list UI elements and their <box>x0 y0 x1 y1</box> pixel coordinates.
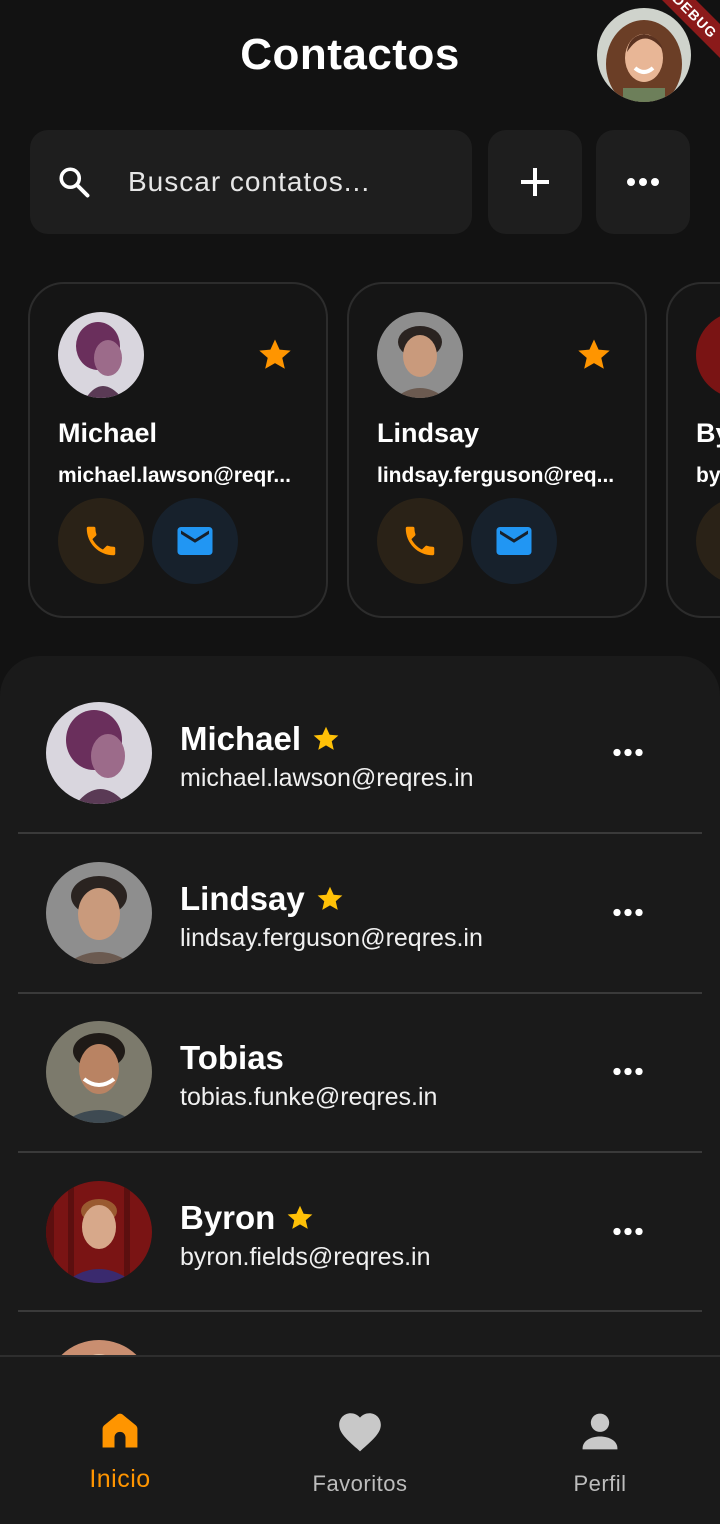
star-icon <box>311 724 341 754</box>
more-horizontal-icon <box>625 176 661 188</box>
list-item[interactable] <box>0 1294 720 1356</box>
contact-email: michael.lawson@reqres.in <box>180 764 474 792</box>
avatar <box>46 1340 152 1356</box>
favorite-card[interactable]: Lindsay lindsay.ferguson@req... <box>347 282 647 618</box>
search-row: Buscar contatos... <box>30 130 690 234</box>
avatar <box>377 312 463 398</box>
avatar <box>696 312 720 398</box>
contact-name-text: Byron <box>180 1199 276 1236</box>
favorite-email: michael.lawson@reqr... <box>58 464 291 487</box>
call-button[interactable] <box>696 498 720 584</box>
contact-name-text: Lindsay <box>180 880 305 917</box>
nav-item-inicio[interactable]: Inicio <box>0 1357 240 1524</box>
avatar <box>46 702 152 804</box>
list-item[interactable]: Tobias tobias.funke@reqres.in <box>0 975 720 1135</box>
star-icon[interactable] <box>256 336 294 374</box>
contact-more-button[interactable] <box>604 1057 652 1085</box>
list-item[interactable]: Lindsay lindsay.ferguson@reqres.in <box>0 816 720 976</box>
favorite-name: Michael <box>58 418 158 448</box>
contact-name: Byron <box>180 1199 315 1237</box>
contact-more-button[interactable] <box>604 898 652 926</box>
nav-item-perfil[interactable]: Perfil <box>480 1357 720 1524</box>
avatar <box>46 1021 152 1123</box>
contact-name: Lindsay <box>180 880 345 918</box>
search-input[interactable]: Buscar contatos... <box>30 130 472 234</box>
avatar <box>46 862 152 964</box>
phone-icon <box>401 522 439 560</box>
call-button[interactable] <box>58 498 144 584</box>
more-options-button[interactable] <box>596 130 690 234</box>
page-title: Contactos <box>240 30 460 79</box>
star-icon[interactable] <box>575 336 613 374</box>
favorite-card[interactable]: By by <box>666 282 720 618</box>
star-icon <box>285 1203 315 1233</box>
call-button[interactable] <box>377 498 463 584</box>
avatar <box>58 312 144 398</box>
favorite-card[interactable]: Michael michael.lawson@reqr... <box>28 282 328 618</box>
email-button[interactable] <box>471 498 557 584</box>
nav-label: Perfil <box>573 1471 627 1496</box>
profile-avatar[interactable] <box>597 8 691 102</box>
app-header: Contactos DEBUG <box>0 0 720 112</box>
contact-email: lindsay.ferguson@reqres.in <box>180 924 483 952</box>
contact-name-text: Tobias <box>180 1039 284 1076</box>
favorite-email: by <box>696 464 720 487</box>
mail-icon <box>174 520 216 562</box>
nav-item-favoritos[interactable]: Favoritos <box>240 1357 480 1524</box>
heart-icon <box>339 1413 381 1452</box>
list-item[interactable]: Michael michael.lawson@reqres.in <box>0 656 720 816</box>
person-icon <box>582 1413 618 1450</box>
contact-name: Michael <box>180 720 341 758</box>
favorite-name: By <box>696 418 720 448</box>
plus-icon <box>521 168 549 196</box>
contact-email: byron.fields@reqres.in <box>180 1243 431 1271</box>
nav-label: Inicio <box>89 1465 151 1493</box>
more-horizontal-icon <box>611 1226 645 1237</box>
contact-list[interactable]: Michael michael.lawson@reqres.in Lindsay… <box>0 656 720 1356</box>
favorites-carousel[interactable]: Michael michael.lawson@reqr... Lindsay l… <box>0 282 720 622</box>
search-icon <box>59 167 90 198</box>
search-placeholder: Buscar contatos... <box>128 166 371 197</box>
star-icon <box>315 884 345 914</box>
favorite-name: Lindsay <box>377 418 480 448</box>
add-contact-button[interactable] <box>488 130 582 234</box>
contact-name-text: Michael <box>180 720 302 757</box>
contact-more-button[interactable] <box>604 738 652 766</box>
list-item[interactable]: Byron byron.fields@reqres.in <box>0 1135 720 1295</box>
home-icon <box>102 1413 138 1448</box>
avatar <box>46 1181 152 1283</box>
more-horizontal-icon <box>611 747 645 758</box>
phone-icon <box>82 522 120 560</box>
email-button[interactable] <box>152 498 238 584</box>
mail-icon <box>493 520 535 562</box>
bottom-navigation: Inicio Favoritos Perfil <box>0 1355 720 1524</box>
favorite-email: lindsay.ferguson@req... <box>377 464 615 487</box>
contact-name: Tobias <box>180 1039 284 1077</box>
more-horizontal-icon <box>611 907 645 918</box>
contact-email: tobias.funke@reqres.in <box>180 1083 438 1111</box>
nav-label: Favoritos <box>312 1471 408 1496</box>
contact-more-button[interactable] <box>604 1217 652 1245</box>
more-horizontal-icon <box>611 1066 645 1077</box>
